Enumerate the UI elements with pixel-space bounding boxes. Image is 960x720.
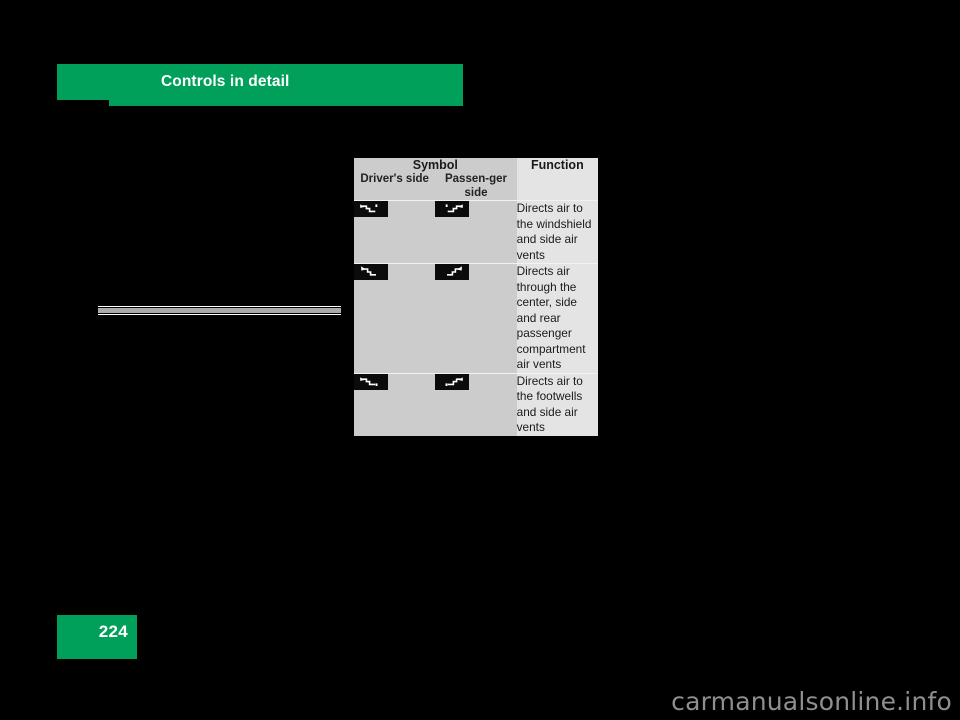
table-group-header-row: Symbol Function [354,158,598,201]
column-header-symbol: Symbol [354,158,517,172]
banner-footer-bar [109,100,463,106]
table-row: Directs air to the footwells and side ai… [354,372,598,436]
air-to-footwell-driver-icon [354,373,388,390]
function-description: Directs air to the footwells and side ai… [516,372,598,436]
column-subheader-driver-side: Driver's side [354,172,436,201]
function-description: Directs air to the windshield and side a… [516,200,598,264]
divider-bar [98,308,341,313]
air-to-windshield-passenger-icon [435,201,470,217]
symbol-cell-driver [354,372,436,436]
table-row: Directs air to the windshield and side a… [354,200,598,264]
watermark-text: carmanualsonline.info [671,687,952,716]
air-to-footwell-passenger-icon [435,373,470,390]
function-description: Directs air through the center, side and… [516,263,598,373]
symbol-cell-driver [354,200,436,264]
symbol-cell-passenger [435,263,517,373]
symbol-cell-passenger [435,372,517,436]
section-divider-rule [98,306,341,315]
column-header-function: Function [516,158,598,201]
column-subheader-passenger-side: Passen-ger side [435,172,517,201]
air-to-center-vents-passenger-icon [435,264,470,280]
air-to-center-vents-driver-icon [354,264,388,280]
page-number: 224 [98,622,128,641]
section-header-banner: Controls in detail [57,64,463,106]
page-title: Controls in detail [161,73,290,90]
air-distribution-symbol-table: Symbol Function Driver's side Passen-ger… [354,158,598,436]
table-row: Directs air through the center, side and… [354,263,598,373]
symbol-cell-passenger [435,200,517,264]
page-number-box: 224 [57,615,137,659]
air-to-windshield-driver-icon [354,201,388,217]
symbol-cell-driver [354,263,436,373]
